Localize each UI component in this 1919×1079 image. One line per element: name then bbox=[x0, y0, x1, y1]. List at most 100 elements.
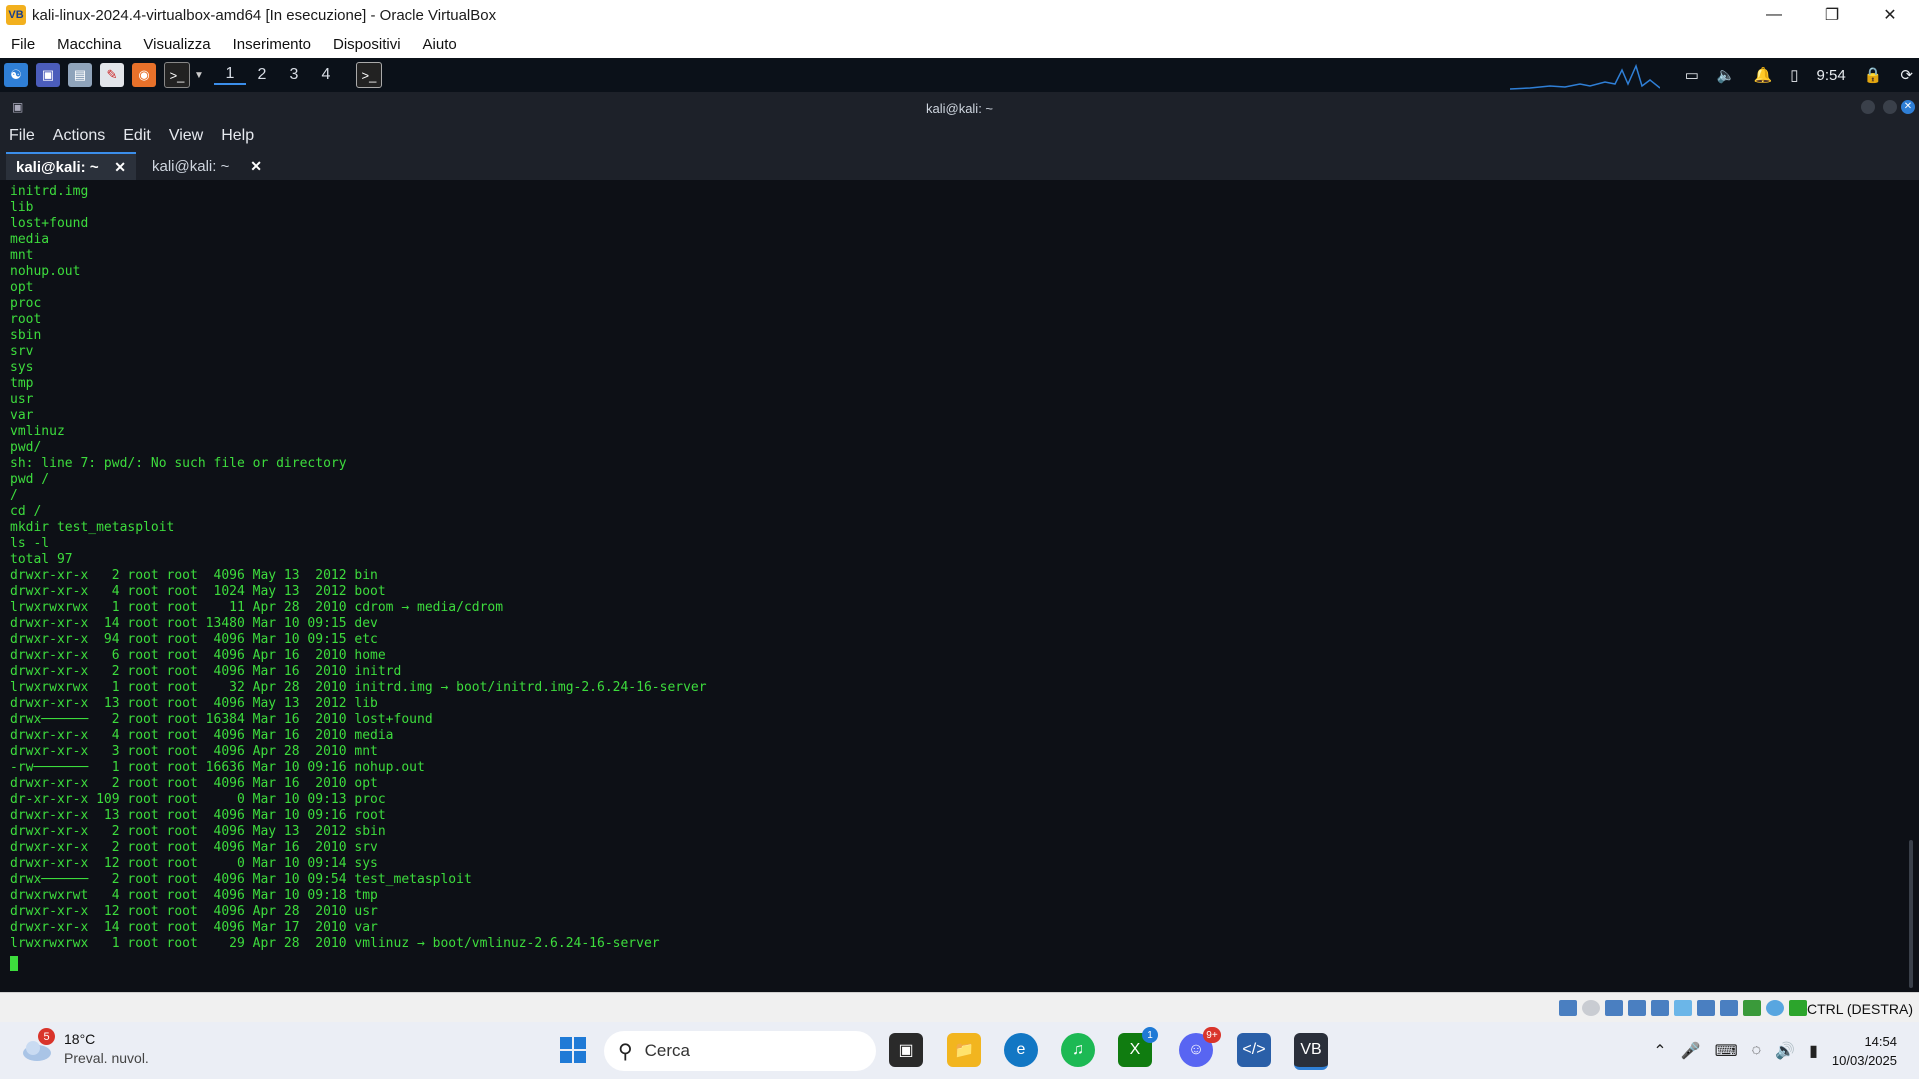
clock-time: 14:54 bbox=[1864, 1033, 1897, 1049]
taskbar-search[interactable]: ⚲ Cerca bbox=[604, 1031, 876, 1071]
firefox-icon[interactable]: ◉ bbox=[132, 63, 156, 87]
logout-icon[interactable]: ⟳ bbox=[1900, 66, 1913, 84]
terminal-menu-edit[interactable]: Edit bbox=[114, 127, 160, 145]
terminal-line: media bbox=[10, 232, 50, 247]
menu-visualizza[interactable]: Visualizza bbox=[132, 36, 221, 53]
terminal-line: root bbox=[10, 312, 42, 327]
close-icon[interactable]: ✕ bbox=[1901, 100, 1915, 114]
kali-menu-icon[interactable]: ☯ bbox=[4, 63, 28, 87]
menu-dispositivi[interactable]: Dispositivi bbox=[322, 36, 412, 53]
terminal-line: tmp bbox=[10, 376, 34, 391]
restore-icon[interactable]: ❐ bbox=[1803, 0, 1861, 30]
microphone-icon[interactable]: 🎤 bbox=[1681, 1041, 1701, 1061]
terminal-output: initrd.img lib lost+found media mnt nohup.out… bbox=[10, 184, 707, 952]
menu-aiuto[interactable]: Aiuto bbox=[412, 36, 468, 53]
kali-clock[interactable]: 9:54 bbox=[1817, 67, 1846, 84]
terminal-line: drwxr-xr-x 2 root root 4096 Mar 16 2010 … bbox=[10, 840, 378, 855]
volume-icon[interactable]: 🔈 bbox=[1717, 66, 1736, 84]
terminal-line: drwx────── 2 root root 4096 Mar 10 09:54… bbox=[10, 872, 472, 887]
terminal-launcher-icon[interactable]: >_ bbox=[164, 62, 190, 88]
terminal-line: drwxr-xr-x 3 root root 4096 Apr 28 2010 … bbox=[10, 744, 378, 759]
terminal-menu-view[interactable]: View bbox=[160, 127, 212, 145]
chevron-down-icon[interactable]: ▼ bbox=[194, 70, 204, 81]
show-desktop-icon[interactable]: ▣ bbox=[36, 63, 60, 87]
system-tray: ⌃ 🎤 ⌨ ◌ 🔊 ▮ 14:54 10/03/2025 bbox=[1653, 1022, 1919, 1079]
edge-icon[interactable]: e bbox=[1004, 1033, 1038, 1067]
terminal-line: opt bbox=[10, 280, 34, 295]
terminal-line: drwxr-xr-x 94 root root 4096 Mar 10 09:1… bbox=[10, 632, 378, 647]
chevron-up-icon[interactable]: ⌃ bbox=[1653, 1041, 1666, 1061]
file-explorer-icon[interactable]: 📁 bbox=[947, 1033, 981, 1067]
virtualbox-status-bar: CTRL (DESTRA) bbox=[0, 992, 1919, 1023]
weather-description: Preval. nuvol. bbox=[64, 1050, 149, 1066]
shared-folders-icon[interactable] bbox=[1674, 1000, 1692, 1016]
spotify-icon[interactable]: ♫ bbox=[1061, 1033, 1095, 1067]
display-icon[interactable] bbox=[1697, 1000, 1715, 1016]
terminal-line: drwx────── 2 root root 16384 Mar 16 2010… bbox=[10, 712, 433, 727]
volume-icon[interactable]: 🔊 bbox=[1775, 1041, 1795, 1061]
cpu-icon[interactable] bbox=[1743, 1000, 1761, 1016]
terminal-tab-1[interactable]: kali@kali: ~ ✕ bbox=[6, 152, 136, 180]
notifications-icon[interactable]: 🔔 bbox=[1754, 66, 1773, 84]
terminal-tab-2[interactable]: kali@kali: ~ ✕ bbox=[142, 152, 272, 180]
terminal-line: drwxr-xr-x 2 root root 4096 May 13 2012 … bbox=[10, 824, 386, 839]
audio-icon[interactable] bbox=[1605, 1000, 1623, 1016]
terminal-line: lib bbox=[10, 200, 34, 215]
terminal-scrollbar[interactable] bbox=[1909, 840, 1913, 988]
system-clock[interactable]: 14:54 10/03/2025 bbox=[1832, 1032, 1897, 1070]
hard-disk-icon[interactable] bbox=[1559, 1000, 1577, 1016]
close-icon[interactable]: ✕ bbox=[1861, 0, 1919, 30]
terminal-line: pwd/ bbox=[10, 440, 42, 455]
terminal-line: -rw─────── 1 root root 16636 Mar 10 09:1… bbox=[10, 760, 425, 775]
terminal-line: lost+found bbox=[10, 216, 89, 231]
keyboard-layout-icon[interactable]: ⌨ bbox=[1715, 1041, 1738, 1061]
mouse-integration-icon[interactable] bbox=[1766, 1000, 1784, 1016]
menu-macchina[interactable]: Macchina bbox=[46, 36, 132, 53]
minimize-icon[interactable] bbox=[1861, 100, 1875, 114]
wifi-icon[interactable]: ◌ bbox=[1752, 1042, 1762, 1060]
task-view-icon[interactable]: ▣ bbox=[889, 1033, 923, 1067]
search-icon: ⚲ bbox=[618, 1040, 633, 1063]
menu-inserimento[interactable]: Inserimento bbox=[222, 36, 322, 53]
workspace-4[interactable]: 4 bbox=[310, 66, 342, 84]
virtualbox-app-icon: VB bbox=[6, 5, 26, 25]
optical-drive-icon[interactable] bbox=[1582, 1000, 1600, 1016]
terminal-line: drwxr-xr-x 12 root root 4096 Apr 28 2010… bbox=[10, 904, 378, 919]
display-icon[interactable]: ▭ bbox=[1685, 66, 1699, 84]
text-editor-icon[interactable]: ✎ bbox=[100, 63, 124, 87]
terminal-menu-actions[interactable]: Actions bbox=[44, 127, 114, 145]
close-tab-icon[interactable]: ✕ bbox=[250, 158, 262, 175]
terminal-menu-file[interactable]: File bbox=[0, 127, 44, 145]
virtualbox-taskbar-icon[interactable]: VB bbox=[1294, 1033, 1328, 1070]
weather-widget[interactable]: 5 18°C Preval. nuvol. bbox=[20, 1028, 149, 1068]
maximize-icon[interactable] bbox=[1883, 100, 1897, 114]
visual-studio-code-icon[interactable]: </> bbox=[1237, 1033, 1271, 1067]
workspace-2[interactable]: 2 bbox=[246, 66, 278, 84]
discord-icon[interactable]: ☺ 9+ bbox=[1179, 1027, 1221, 1067]
terminal-line: lrwxrwxrwx 1 root root 11 Apr 28 2010 cd… bbox=[10, 600, 504, 615]
virtualbox-title-bar: VB kali-linux-2024.4-virtualbox-amd64 [I… bbox=[0, 0, 1919, 30]
terminal-line: vmlinuz bbox=[10, 424, 65, 439]
workspace-3[interactable]: 3 bbox=[278, 66, 310, 84]
minimize-icon[interactable]: — bbox=[1745, 0, 1803, 30]
workspace-1[interactable]: 1 bbox=[213, 65, 246, 85]
menu-file[interactable]: File bbox=[0, 36, 46, 53]
close-tab-icon[interactable]: ✕ bbox=[114, 159, 126, 176]
lock-icon[interactable]: 🔒 bbox=[1864, 66, 1883, 84]
battery-icon[interactable]: ▮ bbox=[1809, 1041, 1818, 1061]
start-button[interactable] bbox=[556, 1033, 590, 1067]
terminal-line: nohup.out bbox=[10, 264, 81, 279]
xbox-icon[interactable]: X 1 bbox=[1118, 1027, 1158, 1067]
terminal-output-area[interactable]: initrd.img lib lost+found media mnt nohup.out… bbox=[0, 180, 1919, 992]
usb-icon[interactable] bbox=[1651, 1000, 1669, 1016]
terminal-task-icon[interactable]: >_ bbox=[355, 62, 382, 88]
network-icon[interactable] bbox=[1628, 1000, 1646, 1016]
recording-icon[interactable] bbox=[1720, 1000, 1738, 1016]
terminal-line: drwxr-xr-x 6 root root 4096 Apr 16 2010 … bbox=[10, 648, 386, 663]
file-manager-icon[interactable]: ▤ bbox=[68, 63, 92, 87]
terminal-line: drwxr-xr-x 13 root root 4096 May 13 2012… bbox=[10, 696, 378, 711]
terminal-line: sys bbox=[10, 360, 34, 375]
cloud-icon: 5 bbox=[20, 1028, 55, 1064]
keyboard-capture-icon[interactable] bbox=[1789, 1000, 1807, 1016]
terminal-menu-help[interactable]: Help bbox=[212, 127, 263, 145]
